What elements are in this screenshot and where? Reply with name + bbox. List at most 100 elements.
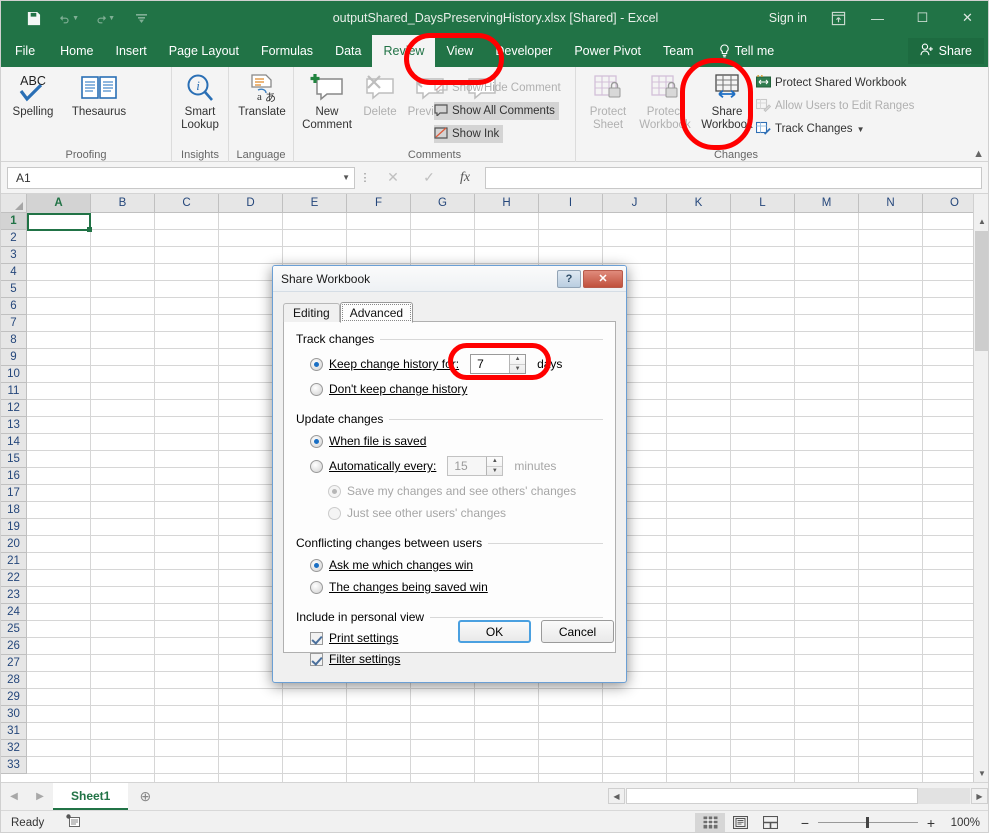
days-spinner-buttons[interactable]: ▲ ▼ bbox=[509, 355, 525, 373]
column-header-L[interactable]: L bbox=[731, 194, 795, 213]
translate-button[interactable]: a あ Translate bbox=[231, 70, 293, 119]
tab-insert[interactable]: Insert bbox=[105, 35, 158, 67]
column-header-G[interactable]: G bbox=[411, 194, 475, 213]
tab-review[interactable]: Review bbox=[372, 35, 435, 67]
row-header-25[interactable]: 25 bbox=[1, 621, 26, 638]
zoom-control[interactable]: − + 100% bbox=[799, 815, 980, 831]
row-header-26[interactable]: 26 bbox=[1, 638, 26, 655]
new-comment-button[interactable]: New Comment bbox=[296, 70, 358, 132]
hscroll-left-icon[interactable]: ◀ bbox=[608, 788, 625, 804]
column-header-K[interactable]: K bbox=[667, 194, 731, 213]
minutes-spinner-buttons[interactable]: ▲ ▼ bbox=[486, 457, 502, 475]
checkbox-print-settings-indicator[interactable] bbox=[310, 632, 323, 645]
dialog-help-button[interactable]: ? bbox=[557, 270, 581, 288]
row-header-13[interactable]: 13 bbox=[1, 417, 26, 434]
show-ink-button[interactable]: Show Ink bbox=[434, 125, 503, 143]
spinner-up-icon[interactable]: ▲ bbox=[510, 355, 525, 365]
radio-automatically-every[interactable]: Automatically every: 15 ▲ ▼ minutes bbox=[296, 456, 603, 476]
allow-users-edit-ranges-button[interactable]: Allow Users to Edit Ranges bbox=[756, 97, 914, 115]
radio-keep-change-history-indicator[interactable] bbox=[310, 358, 323, 371]
tab-home[interactable]: Home bbox=[49, 35, 104, 67]
radio-ask-me-which-win[interactable]: Ask me which changes win bbox=[296, 558, 603, 572]
name-box[interactable]: A1 ▼ bbox=[7, 167, 355, 189]
vertical-scrollbar[interactable]: ▲ ▼ bbox=[973, 194, 989, 782]
column-header-D[interactable]: D bbox=[219, 194, 283, 213]
ribbon-display-options-icon[interactable] bbox=[821, 1, 855, 35]
radio-dont-keep-history-indicator[interactable] bbox=[310, 383, 323, 396]
row-header-17[interactable]: 17 bbox=[1, 485, 26, 502]
checkbox-filter-settings-indicator[interactable] bbox=[310, 653, 323, 666]
column-header-F[interactable]: F bbox=[347, 194, 411, 213]
dialog-tab-editing[interactable]: Editing bbox=[283, 303, 340, 322]
zoom-in-button[interactable]: + bbox=[925, 815, 937, 831]
zoom-level-label[interactable]: 100% bbox=[944, 817, 980, 829]
column-header-A[interactable]: A bbox=[27, 194, 91, 213]
row-header-28[interactable]: 28 bbox=[1, 672, 26, 689]
ok-button[interactable]: OK bbox=[458, 620, 531, 643]
delete-comment-button[interactable]: Delete bbox=[356, 70, 404, 119]
row-header-21[interactable]: 21 bbox=[1, 553, 26, 570]
row-header-3[interactable]: 3 bbox=[1, 247, 26, 264]
page-break-view-icon[interactable] bbox=[755, 813, 785, 833]
minutes-spinner-value[interactable]: 15 bbox=[448, 459, 486, 473]
radio-keep-change-history[interactable]: Keep change history for: 7 ▲ ▼ days bbox=[296, 354, 603, 374]
spelling-button[interactable]: ABC Spelling bbox=[5, 70, 61, 119]
nav-prev-icon[interactable]: ◀ bbox=[1, 791, 27, 802]
spinner-up-icon[interactable]: ▲ bbox=[487, 457, 502, 467]
radio-changes-being-saved-win[interactable]: The changes being saved win bbox=[296, 580, 603, 594]
row-header-9[interactable]: 9 bbox=[1, 349, 26, 366]
share-workbook-button[interactable]: Share Workbook bbox=[696, 70, 758, 132]
radio-dont-keep-history[interactable]: Don't keep change history bbox=[296, 382, 603, 396]
row-header-33[interactable]: 33 bbox=[1, 757, 26, 774]
tab-file[interactable]: File bbox=[1, 35, 49, 67]
tab-page-layout[interactable]: Page Layout bbox=[158, 35, 250, 67]
smart-lookup-button[interactable]: i Smart Lookup bbox=[172, 70, 228, 132]
radio-just-see-others-indicator[interactable] bbox=[328, 507, 341, 520]
save-icon[interactable] bbox=[23, 8, 43, 28]
row-header-14[interactable]: 14 bbox=[1, 434, 26, 451]
radio-save-and-see-others-indicator[interactable] bbox=[328, 485, 341, 498]
days-spinner[interactable]: 7 ▲ ▼ bbox=[470, 354, 526, 374]
column-header-H[interactable]: H bbox=[475, 194, 539, 213]
row-header-11[interactable]: 11 bbox=[1, 383, 26, 400]
row-header-31[interactable]: 31 bbox=[1, 723, 26, 740]
hscroll-right-icon[interactable]: ▶ bbox=[971, 788, 988, 804]
formula-input[interactable] bbox=[485, 167, 982, 189]
row-header-7[interactable]: 7 bbox=[1, 315, 26, 332]
show-hide-comment-button[interactable]: Show/Hide Comment bbox=[434, 79, 561, 97]
tab-data[interactable]: Data bbox=[324, 35, 372, 67]
row-header-32[interactable]: 32 bbox=[1, 740, 26, 757]
add-sheet-button[interactable]: ⊕ bbox=[128, 788, 162, 805]
radio-automatically-every-indicator[interactable] bbox=[310, 460, 323, 473]
row-header-8[interactable]: 8 bbox=[1, 332, 26, 349]
dialog-tab-advanced[interactable]: Advanced bbox=[340, 302, 413, 323]
radio-when-file-saved[interactable]: When file is saved bbox=[296, 434, 603, 448]
row-header-15[interactable]: 15 bbox=[1, 451, 26, 468]
select-all-corner[interactable] bbox=[1, 194, 27, 213]
days-spinner-value[interactable]: 7 bbox=[471, 357, 509, 371]
tab-team[interactable]: Team bbox=[652, 35, 705, 67]
row-header-30[interactable]: 30 bbox=[1, 706, 26, 723]
close-button[interactable]: ✕ bbox=[945, 1, 989, 35]
minutes-spinner[interactable]: 15 ▲ ▼ bbox=[447, 456, 503, 476]
protect-workbook-button[interactable]: Protect Workbook bbox=[634, 70, 696, 132]
page-layout-view-icon[interactable] bbox=[725, 813, 755, 833]
sheet-tab-sheet1[interactable]: Sheet1 bbox=[53, 783, 128, 810]
radio-just-see-others[interactable]: Just see other users' changes bbox=[296, 506, 603, 520]
dialog-close-button[interactable]: ✕ bbox=[583, 270, 623, 288]
column-header-M[interactable]: M bbox=[795, 194, 859, 213]
row-header-6[interactable]: 6 bbox=[1, 298, 26, 315]
maximize-button[interactable]: ☐ bbox=[900, 1, 945, 35]
scroll-down-icon[interactable]: ▼ bbox=[974, 765, 989, 782]
column-header-I[interactable]: I bbox=[539, 194, 603, 213]
cancel-button[interactable]: Cancel bbox=[541, 620, 614, 643]
column-header-J[interactable]: J bbox=[603, 194, 667, 213]
radio-save-and-see-others[interactable]: Save my changes and see others' changes bbox=[296, 484, 603, 498]
zoom-out-button[interactable]: − bbox=[799, 815, 811, 831]
row-header-20[interactable]: 20 bbox=[1, 536, 26, 553]
column-header-E[interactable]: E bbox=[283, 194, 347, 213]
column-header-C[interactable]: C bbox=[155, 194, 219, 213]
active-cell-a1[interactable] bbox=[27, 213, 91, 231]
tab-power-pivot[interactable]: Power Pivot bbox=[563, 35, 652, 67]
radio-when-file-saved-indicator[interactable] bbox=[310, 435, 323, 448]
